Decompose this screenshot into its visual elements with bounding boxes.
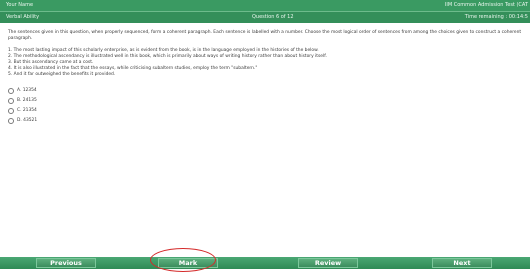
footer-bar: Previous Mark Review Next: [0, 257, 530, 269]
mark-highlight-circle: [150, 248, 216, 272]
option-c-label: C. 21354: [17, 108, 37, 113]
header-bottom-row: Verbal Ability Question 6 of 12 Time rem…: [0, 11, 530, 23]
sentence-list: 1. The most lasting impact of this schol…: [8, 48, 526, 78]
section-name: Verbal Ability: [6, 14, 40, 20]
option-a-radio[interactable]: [8, 88, 14, 94]
question-counter: Question 6 of 12: [252, 14, 294, 20]
option-b-radio[interactable]: [8, 98, 14, 104]
review-button[interactable]: Review: [298, 258, 358, 268]
option-c-radio[interactable]: [8, 108, 14, 114]
header-bar: Your Name IIM Common Admission Test (CAT…: [0, 0, 530, 23]
option-c[interactable]: C. 21354: [8, 106, 526, 116]
option-b[interactable]: B. 24135: [8, 96, 526, 106]
option-a-label: A. 12354: [17, 88, 37, 93]
previous-button[interactable]: Previous: [36, 258, 96, 268]
option-d-radio[interactable]: [8, 118, 14, 124]
time-remaining: Time remaining : 00:14:5: [464, 14, 528, 20]
question-instruction: The sentences given in this question, wh…: [8, 30, 522, 41]
option-a[interactable]: A. 12354: [8, 86, 526, 96]
exam-title: IIM Common Admission Test (CAT: [444, 2, 528, 8]
option-d-label: D. 43521: [17, 118, 38, 123]
question-panel: The sentences given in this question, wh…: [8, 30, 526, 126]
header-top-row: Your Name IIM Common Admission Test (CAT: [0, 0, 530, 11]
option-d[interactable]: D. 43521: [8, 116, 526, 126]
option-b-label: B. 24135: [17, 98, 37, 103]
answer-options: A. 12354 B. 24135 C. 21354 D. 43521: [8, 86, 526, 126]
candidate-name: Your Name: [6, 2, 34, 8]
next-button[interactable]: Next: [432, 258, 492, 268]
sentence-5: 5. And it far outweighed the benefits it…: [8, 72, 116, 77]
